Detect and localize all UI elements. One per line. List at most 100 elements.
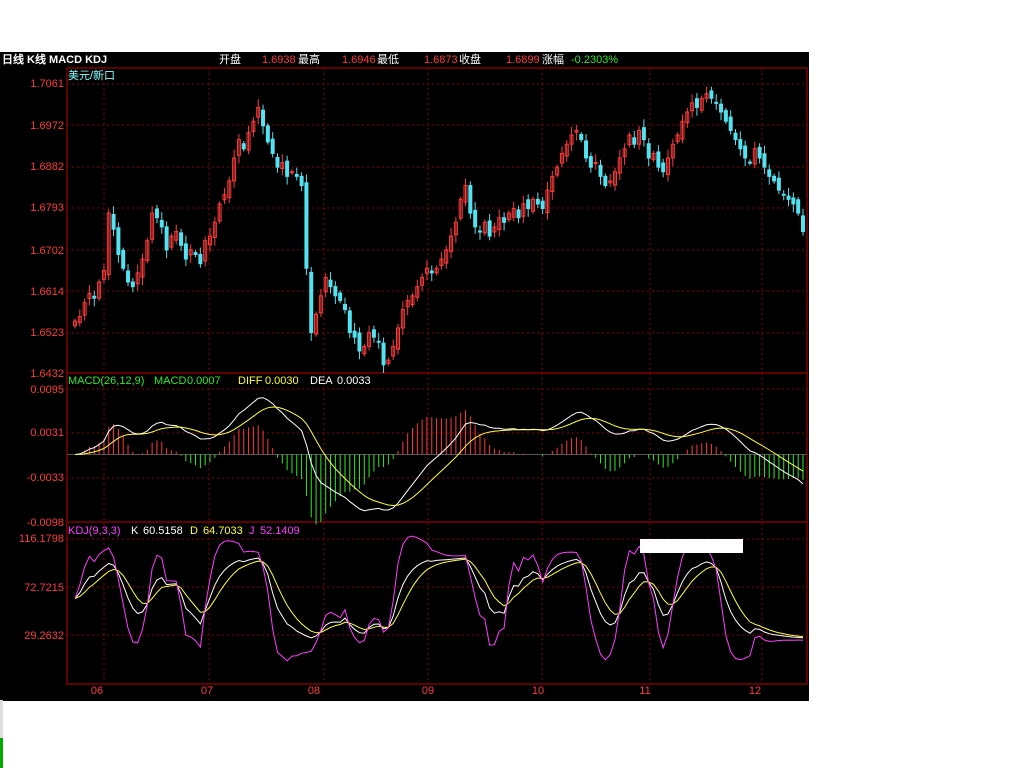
candle-body bbox=[376, 340, 381, 343]
candle-body bbox=[347, 310, 352, 334]
candle-body bbox=[164, 226, 169, 251]
candle-body bbox=[584, 140, 589, 159]
low-value: 1.6873 bbox=[424, 54, 458, 66]
price-tick: 1.6882 bbox=[30, 161, 64, 173]
candle-body bbox=[473, 209, 478, 228]
change-label: 涨幅 bbox=[542, 54, 564, 66]
left-edge-indicator bbox=[0, 738, 3, 768]
macd-value: 0.0007 bbox=[187, 375, 221, 387]
macd-title: MACD(26,12,9) bbox=[68, 375, 145, 387]
highlight-box bbox=[640, 539, 743, 553]
change-value: -0.2303% bbox=[571, 54, 619, 66]
candle-body bbox=[776, 177, 781, 191]
date-tick: 10 bbox=[531, 685, 545, 697]
candle-body bbox=[772, 175, 777, 182]
candle-body bbox=[352, 330, 357, 338]
high-value: 1.6946 bbox=[342, 54, 376, 66]
j-value: 52.1409 bbox=[260, 525, 300, 537]
open-value: 1.6938 bbox=[262, 54, 296, 66]
candle-body bbox=[738, 139, 743, 150]
candle-body bbox=[579, 134, 584, 141]
macd-tick: 0.0095 bbox=[30, 384, 64, 396]
candle-body bbox=[261, 109, 266, 127]
diff-name: DIFF bbox=[238, 375, 263, 387]
macd-tick: -0.0098 bbox=[26, 517, 64, 529]
candle-body bbox=[526, 199, 531, 210]
k-value: 60.5158 bbox=[143, 525, 183, 537]
d-value: 64.7033 bbox=[203, 525, 243, 537]
dea-value: 0.0033 bbox=[337, 375, 371, 387]
price-tick: 1.6702 bbox=[30, 245, 64, 257]
stock-chart: 日线 K线 MACD KDJ 开盘 1.6938 最高 1.6946 最低 1.… bbox=[0, 52, 809, 701]
candle-body bbox=[159, 219, 164, 228]
candle-body bbox=[429, 270, 434, 274]
candle-body bbox=[333, 286, 338, 297]
candle-body bbox=[477, 230, 482, 233]
price-tick: 1.6614 bbox=[30, 286, 64, 298]
j-name: J bbox=[249, 525, 255, 537]
kdj-title: KDJ(9,3,3) bbox=[68, 525, 121, 537]
candle-body bbox=[641, 127, 646, 141]
candle-body bbox=[265, 125, 270, 143]
macd-tick: 0.0031 bbox=[30, 427, 64, 439]
kdj-tick: 72.7215 bbox=[24, 582, 64, 594]
candle-body bbox=[694, 98, 699, 108]
candle-body bbox=[241, 143, 246, 150]
date-tick: 07 bbox=[200, 685, 214, 697]
dea-name: DEA bbox=[310, 375, 333, 387]
candle-body bbox=[762, 153, 767, 168]
candle-body bbox=[535, 198, 540, 205]
price-tick: 1.6793 bbox=[30, 202, 64, 214]
candle-body bbox=[743, 145, 748, 159]
candle-body bbox=[294, 174, 299, 177]
candle-body bbox=[728, 116, 733, 131]
candle-body bbox=[540, 200, 545, 210]
candle-body bbox=[179, 232, 184, 246]
date-tick: 09 bbox=[421, 685, 435, 697]
j-line bbox=[74, 535, 804, 662]
chart-title: 日线 K线 MACD KDJ bbox=[2, 54, 108, 66]
close-label: 收盘 bbox=[459, 54, 481, 66]
candle-body bbox=[121, 249, 126, 269]
candle-body bbox=[270, 138, 275, 154]
macd-tick: -0.0033 bbox=[26, 472, 64, 484]
low-label: 最低 bbox=[377, 54, 399, 66]
candle-body bbox=[719, 103, 724, 113]
candle-body bbox=[198, 253, 203, 265]
dea-line bbox=[74, 406, 804, 507]
candle-body bbox=[598, 164, 603, 177]
candle-body bbox=[116, 227, 121, 255]
date-tick: 12 bbox=[748, 685, 762, 697]
candle-body bbox=[786, 195, 791, 200]
kdj-tick: 116.1798 bbox=[18, 533, 64, 545]
candle-body bbox=[193, 252, 198, 255]
candle-body bbox=[309, 271, 314, 334]
candle-body bbox=[781, 193, 786, 196]
candle-body bbox=[767, 169, 772, 177]
macd-name: MACD bbox=[154, 375, 187, 387]
candle-body bbox=[733, 132, 738, 141]
candle-body bbox=[154, 208, 159, 219]
candle-body bbox=[714, 101, 719, 104]
candle-body bbox=[130, 281, 135, 288]
candle-body bbox=[487, 220, 492, 237]
candle-body bbox=[593, 162, 598, 165]
date-tick: 11 bbox=[639, 685, 651, 697]
price-tick: 1.7061 bbox=[30, 78, 64, 90]
candle-body bbox=[304, 182, 309, 269]
candle-body bbox=[285, 160, 290, 177]
candle-body bbox=[709, 90, 714, 99]
price-tick: 1.6972 bbox=[30, 120, 64, 132]
candle-body bbox=[796, 199, 801, 214]
candle-body bbox=[656, 151, 661, 168]
candle-body bbox=[502, 217, 507, 223]
date-tick: 08 bbox=[307, 685, 321, 697]
candle-body bbox=[371, 329, 376, 338]
candle-body bbox=[289, 171, 294, 174]
candle-body bbox=[328, 279, 333, 288]
candle-body bbox=[275, 157, 280, 168]
candle-body bbox=[646, 143, 651, 159]
candle-body bbox=[661, 162, 666, 173]
candle-body bbox=[126, 270, 131, 283]
diff-value: 0.0030 bbox=[265, 375, 299, 387]
